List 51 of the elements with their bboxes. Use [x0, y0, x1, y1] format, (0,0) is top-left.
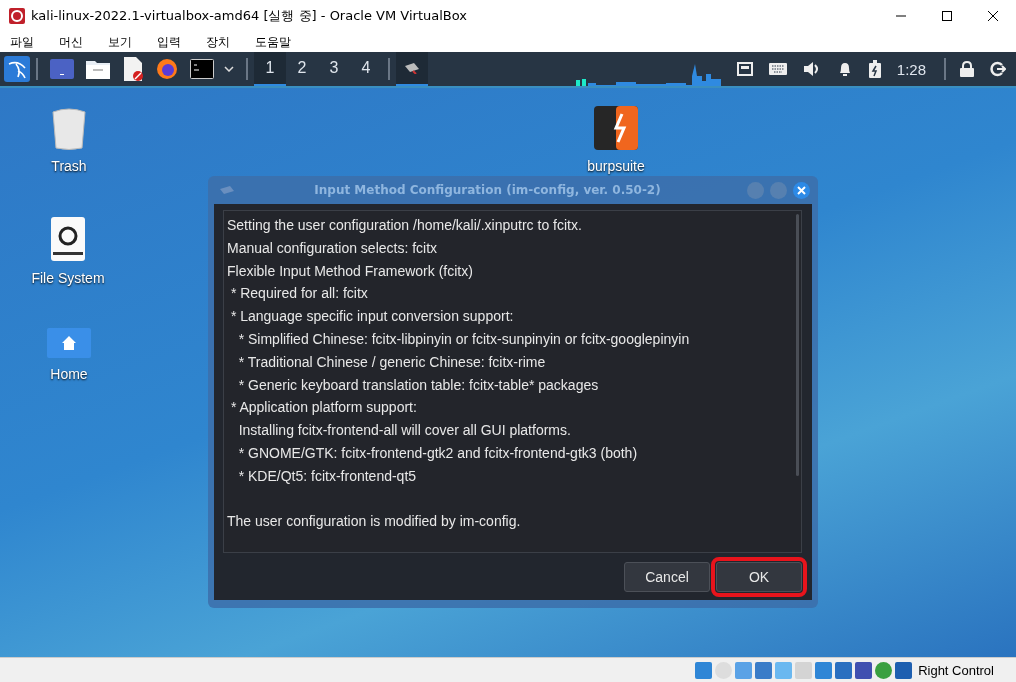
desktop-icon-label[interactable]: Home — [50, 366, 88, 382]
burpsuite-icon — [594, 106, 638, 150]
close-button[interactable] — [793, 181, 810, 199]
menu-item[interactable]: 장치 — [200, 33, 236, 51]
host-key-label: Right Control — [918, 662, 994, 678]
close-icon — [988, 11, 998, 21]
trash-icon — [51, 106, 87, 150]
message-line: * GNOME/GTK: fcitx-frontend-gtk2 and fcitx-frontend-gtk3 (both) — [237, 443, 639, 463]
dialog-title: Input Method Configuration (im-config, ver. 0.50-2) — [313, 183, 662, 197]
message-line: * Required for all: fcitx — [229, 284, 369, 304]
message-line: * Application platform support: — [229, 398, 418, 418]
workspace-tab[interactable]: 4 — [350, 52, 382, 86]
volume-icon[interactable] — [802, 61, 821, 77]
message-line: Setting the user configuration /home/kali/.xinputrc to fcitx. — [227, 216, 583, 235]
message-line: * Simplified Chinese: fcitx-libpinyin or fcitx-sunpinyin or fcitx-googlepinyin — [237, 330, 691, 349]
message-line: Installing fcitx-frontend-all will cover all GUI platforms. — [237, 421, 572, 441]
maximize-icon — [942, 11, 952, 21]
message-line: * Language specific input conversion support: — [229, 307, 515, 327]
dialog-button[interactable]: Cancel — [624, 562, 710, 592]
folder-icon[interactable] — [86, 59, 110, 79]
menu-item[interactable]: 머신 — [53, 33, 89, 51]
app-icon — [9, 8, 25, 24]
window-title: kali-linux-2022.1-virtualbox-amd64 [실행 중] - Oracle VM VirtualBox — [31, 7, 468, 25]
message-line: * Generic keyboard translation table: fcitx-table* packages — [237, 375, 600, 395]
home-folder-icon — [47, 328, 91, 358]
taskbar-window-button[interactable] — [396, 52, 428, 86]
firefox-icon[interactable] — [156, 58, 178, 80]
menu-item[interactable]: 보기 — [102, 33, 138, 51]
message-line: Flexible Input Method Framework (fcitx) — [227, 261, 474, 281]
desktop-icon-label[interactable]: burpsuite — [587, 158, 645, 174]
workspace-tab[interactable]: 3 — [318, 52, 350, 86]
clock[interactable]: 1:28 — [896, 60, 926, 78]
kali-menu-icon[interactable] — [4, 56, 30, 82]
drive-icon — [50, 216, 86, 262]
workspace-tab[interactable]: 1 — [254, 52, 286, 86]
text-editor-icon[interactable] — [122, 57, 144, 81]
lock-icon[interactable] — [960, 61, 974, 77]
message-line: * KDE/Qt5: fcitx-frontend-qt5 — [237, 466, 418, 486]
logout-icon[interactable] — [990, 61, 1006, 77]
battery-icon[interactable] — [868, 60, 881, 78]
desktop-icon-label[interactable]: Trash — [51, 158, 87, 174]
menu-item[interactable]: 입력 — [151, 33, 187, 51]
message-line: * Traditional Chinese / generic Chinese: fcitx-rime — [237, 352, 547, 372]
workspace-tab[interactable]: 2 — [286, 52, 318, 86]
menu-item[interactable]: 도움말 — [249, 33, 297, 51]
dropdown-icon[interactable] — [224, 66, 234, 72]
message-line: Manual configuration selects: fcitx — [227, 238, 439, 258]
menu-item[interactable]: 파일 — [4, 33, 40, 51]
desktop-icon-label[interactable]: File System — [31, 270, 105, 286]
message-line: The user configuration is modified by im-config. — [227, 511, 522, 531]
terminal-icon[interactable] — [190, 59, 214, 79]
